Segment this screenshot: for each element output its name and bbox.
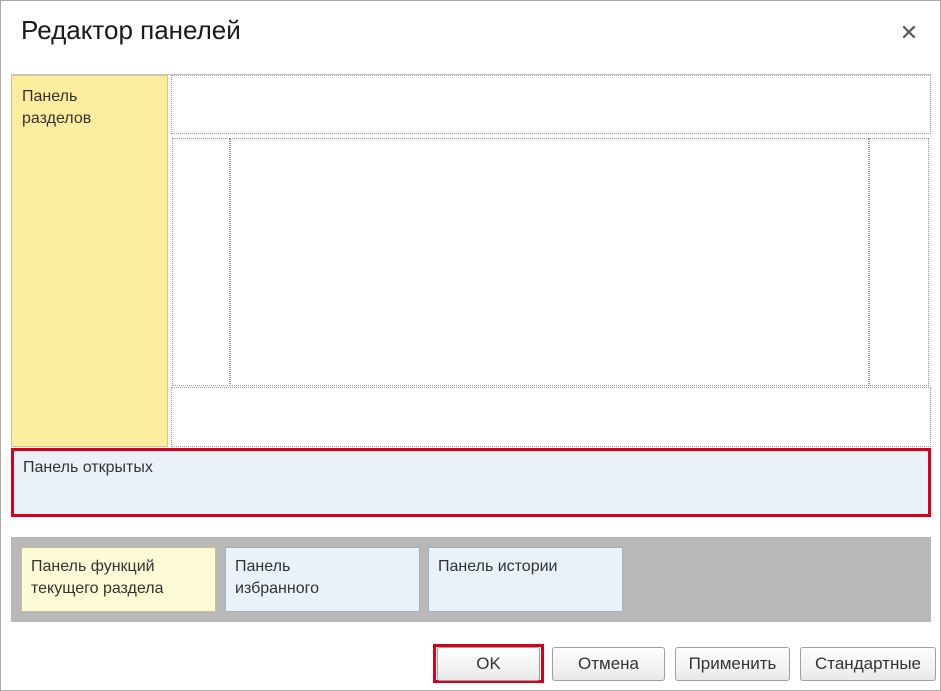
tile-label: Панель истории (438, 558, 558, 575)
open-panel-label: Панель открытых (23, 459, 153, 476)
drop-zone-top[interactable] (171, 75, 931, 134)
cancel-button[interactable]: Отмена (552, 647, 665, 681)
close-icon[interactable]: ✕ (895, 19, 923, 47)
panel-editor-dialog: Редактор панелей ✕ Панель разделов Панел… (0, 0, 941, 691)
tile-label: Панель избранного (235, 558, 320, 597)
drop-zone-left[interactable] (172, 138, 230, 386)
drop-zone-bottom[interactable] (171, 387, 931, 447)
sections-panel[interactable]: Панель разделов (11, 75, 168, 447)
ok-button[interactable]: OK (437, 647, 540, 681)
sections-panel-label: Панель разделов (22, 88, 92, 127)
apply-button[interactable]: Применить (675, 647, 790, 681)
current-section-functions-panel[interactable]: Панель функций текущего раздела (21, 547, 216, 612)
favorites-panel[interactable]: Панель избранного (225, 547, 420, 612)
standard-button[interactable]: Стандартные (800, 647, 936, 681)
history-panel[interactable]: Панель истории (428, 547, 623, 612)
open-panel[interactable]: Панель открытых (11, 448, 931, 517)
dialog-title: Редактор панелей (21, 15, 241, 45)
drop-zone-center (230, 138, 869, 386)
tile-label: Панель функций текущего раздела (31, 558, 164, 597)
drop-zone-right[interactable] (869, 138, 929, 386)
